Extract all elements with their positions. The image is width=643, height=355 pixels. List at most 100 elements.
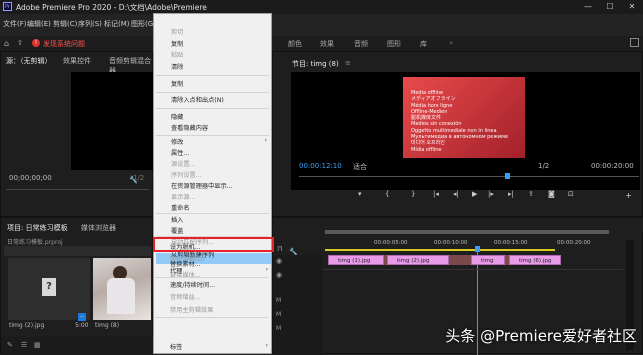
project-item-name-2[interactable]: timg (8)	[95, 322, 119, 329]
ctx-edit-offline[interactable]: 脱机编辑(O)	[170, 254, 204, 263]
mark-in-bracket-icon[interactable]: {	[385, 190, 389, 198]
add-button-icon[interactable]: +	[625, 191, 632, 200]
transport-controls: ▾ { } |◂ ◂| ▶ |▸ ▸| ⇪ ◙ ⊡	[358, 190, 598, 202]
program-scrubber[interactable]	[299, 176, 639, 177]
menu-markers[interactable]: 标记(M)	[104, 19, 130, 29]
program-playhead[interactable]	[505, 173, 510, 179]
tab-effect-controls[interactable]: 效果控件	[63, 56, 91, 66]
workspace-effects[interactable]: 效果	[320, 39, 334, 49]
ctx-separator	[155, 317, 268, 318]
export-frame-icon[interactable]: ◙	[548, 190, 555, 198]
source-viewer[interactable]	[71, 72, 154, 170]
ctx-separator	[155, 277, 268, 278]
timeline-clip-4[interactable]: timg (6).jpg	[509, 255, 561, 265]
menu-clip[interactable]: 剪辑(C)	[53, 19, 77, 29]
step-forward-icon[interactable]: |▸	[488, 190, 494, 198]
chevron-right-icon: ›	[265, 266, 268, 273]
ctx-speed-duration[interactable]: 速度/持续时间...	[170, 280, 215, 289]
work-area-bar[interactable]	[325, 249, 555, 251]
write-lock-icon[interactable]: ✎	[7, 341, 13, 349]
lift-icon[interactable]: ⇪	[528, 190, 534, 198]
timeline-clip-3[interactable]: timg (4).jpg	[471, 255, 505, 274]
highlight-annotation-box	[153, 237, 274, 252]
timeline-zoom-bar[interactable]	[325, 230, 609, 234]
project-title[interactable]: 项目: 日常练习模板	[7, 223, 68, 233]
workspace-graphics[interactable]: 图形	[387, 39, 401, 49]
workspace-panel-icon[interactable]	[630, 38, 639, 47]
program-timecode[interactable]: 00:00:12:10	[299, 162, 342, 170]
maximize-icon[interactable]: ☐	[599, 0, 621, 14]
media-offline-frame: Media offline メディアオフライン Média hors ligne…	[403, 77, 525, 158]
list-view-icon[interactable]: ☰	[21, 341, 27, 349]
project-search-input[interactable]	[4, 246, 151, 256]
track-a3-mute-icon[interactable]: M	[276, 325, 281, 332]
export-icon[interactable]: ⇧	[17, 39, 23, 47]
menu-file[interactable]: 文件(F)	[3, 19, 27, 29]
tab-source[interactable]: 源：（无剪辑）	[6, 56, 52, 66]
workspace-libraries[interactable]: 库	[420, 39, 427, 49]
project-item-duration-1: 5:00	[75, 322, 89, 329]
project-item-name-1[interactable]: timg (2).jpg	[9, 322, 44, 329]
thumb-figure-body	[107, 278, 135, 314]
go-to-out-icon[interactable]: ▸|	[508, 190, 514, 198]
menu-edit[interactable]: 编辑(E)	[27, 19, 51, 29]
workspace-more-icon[interactable]: »	[449, 39, 453, 47]
go-to-in-icon[interactable]: |◂	[433, 190, 439, 198]
home-icon[interactable]: ⌂	[4, 39, 9, 48]
alert-text[interactable]: 发现系统问题	[43, 39, 85, 49]
menu-sequence[interactable]: 序列(S)	[78, 19, 102, 29]
alert-bar: ⌂ ⇧ ! 发现系统问题	[0, 36, 153, 51]
timeline-clip-2[interactable]: timg (2).jpg	[387, 255, 449, 265]
warning-icon[interactable]: !	[32, 39, 40, 47]
track-divider-video-audio	[323, 269, 623, 270]
ctx-label[interactable]: 标签	[170, 342, 182, 351]
icon-view-icon[interactable]: ▦	[34, 341, 41, 349]
ctx-disable-master-clip-effects[interactable]: 禁用主剪辑效果	[170, 305, 213, 314]
unknown-file-icon: ?	[42, 278, 56, 296]
chevron-right-icon: ›	[265, 342, 268, 349]
project-item-thumb-1[interactable]: ?	[8, 258, 90, 320]
timeline-clip-offline[interactable]	[449, 255, 471, 265]
snap-icon[interactable]: ⊓	[277, 245, 282, 253]
project-item-thumb-2[interactable]	[93, 258, 151, 320]
track-headers: ◉ ◉ M M M	[273, 255, 323, 355]
source-wrench-icon[interactable]: 🔧	[129, 176, 138, 184]
project-panel: 项目: 日常练习模板 媒体浏览器 日常练习模板.prproj ? ⋯ timg …	[0, 217, 154, 355]
program-fit-select[interactable]: 适合	[353, 162, 367, 172]
workspace-audio[interactable]: 音频	[354, 39, 368, 49]
ruler-mark-3: 00:00:15:00	[494, 240, 528, 246]
window-controls: — ☐ ✕	[577, 0, 643, 14]
ruler-mark-4: 00:00:20:00	[557, 240, 591, 246]
source-scrubber[interactable]	[6, 189, 149, 190]
watermark: 头条 @Premiere爱好者社区	[445, 327, 637, 345]
timeline-clip-1[interactable]: timg (1).jpg	[328, 255, 384, 265]
project-filename: 日常练习模板.prproj	[7, 239, 63, 246]
tab-media-browser[interactable]: 媒体浏览器	[81, 223, 116, 233]
workspace-color[interactable]: 颜色	[288, 39, 302, 49]
step-back-icon[interactable]: ◂|	[453, 190, 459, 198]
track-v1-eye-icon[interactable]: ◉	[276, 271, 282, 279]
play-icon[interactable]: ▶	[472, 190, 477, 198]
ruler-mark-1: 00:00:05:00	[374, 240, 408, 246]
source-panel: 源：（无剪辑） 效果控件 音频剪辑混合器 00;00;00;00 1/2 🔧	[0, 51, 154, 217]
project-toolbar: ✎ ☰ ▦	[1, 337, 154, 355]
track-a1-mute-icon[interactable]: M	[276, 297, 281, 304]
program-viewer[interactable]: Media offline メディアオフライン Média hors ligne…	[291, 72, 640, 190]
ctx-audio-gain[interactable]: 音频增益...	[170, 292, 201, 301]
track-a2-mute-icon[interactable]: M	[276, 311, 281, 318]
window-title: Adobe Premiere Pro 2020 - D:\文档\Adobe\Pr…	[16, 3, 207, 12]
minimize-icon[interactable]: —	[577, 0, 599, 14]
ctx-proxy[interactable]: 代理	[170, 266, 182, 275]
mark-in-icon[interactable]: ▾	[358, 190, 362, 198]
track-v3-eye-icon[interactable]: ◉	[276, 257, 282, 265]
close-icon[interactable]: ✕	[621, 0, 643, 14]
program-menu-icon[interactable]: ≡	[345, 59, 351, 67]
mark-out-bracket-icon[interactable]: }	[411, 190, 415, 198]
context-menu-items-bottom: 设为脱机... 脱机编辑(O) 代理 › 速度/持续时间... 音频增益... …	[153, 13, 272, 354]
program-tab[interactable]: 节目: timg (8)	[292, 59, 339, 69]
camera-icon[interactable]: ⊡	[568, 190, 574, 198]
ruler-mark-2: 00:00:10:00	[434, 240, 468, 246]
program-duration: 00:00:20:00	[591, 162, 634, 170]
premiere-logo-icon: Pr	[3, 2, 12, 11]
media-offline-text: Media offline メディアオフライン Média hors ligne…	[411, 90, 508, 153]
